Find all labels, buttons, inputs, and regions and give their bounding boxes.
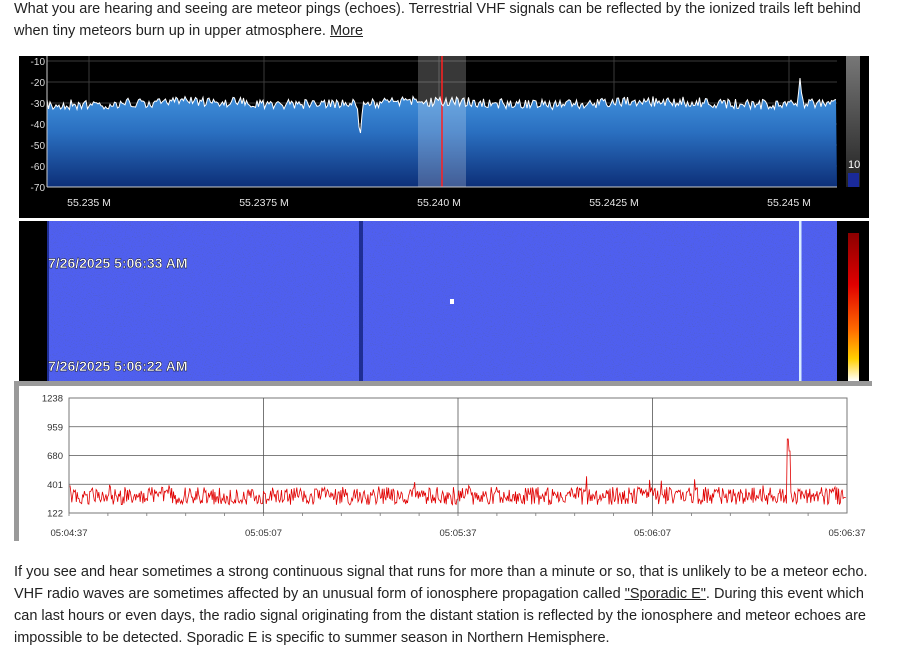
waterfall-plot: 7/26/2025 5:06:33 AM 7/26/2025 5:06:22 A… [47,221,859,381]
waterfall-panel[interactable]: 7/26/2025 5:06:33 AM 7/26/2025 5:06:22 A… [19,221,869,381]
spectrum-y-tick: -20 [31,78,46,89]
timeplot-y-tick: 401 [47,480,63,491]
spectrum-y-tick: -30 [31,99,46,110]
more-link[interactable]: More [330,23,363,39]
spectrum-y-tick: -40 [31,120,46,131]
spectrum-y-tick: -50 [31,141,46,152]
intro-text: What you are hearing and seeing are mete… [14,1,861,39]
spectrum-x-tick: 55.245 M [767,197,811,209]
spectrum-y-tick: -70 [31,183,46,194]
timeplot-x-tick: 05:05:07 [245,528,282,539]
spectrum-x-tick: 55.2375 M [239,197,289,209]
waterfall-carrier-line [799,221,802,381]
spectrum-y-tick: -10 [31,57,46,68]
waterfall-timestamp-bottom: 7/26/2025 5:06:22 AM [48,358,188,374]
timeplot-y-tick: 1238 [42,394,63,405]
spectrum-plot: -10 -20 -30 -40 -50 -60 -70 55.235 M 55.2375 M 5… [31,56,860,209]
waterfall-color-palette [848,233,859,381]
timeplot-y-tick: 959 [47,422,63,433]
signal-time-chart: 1238 959 680 401 122 05:04:37 05:05:07 05:05:3… [14,381,872,541]
sporadic-e-link[interactable]: "Sporadic E" [625,586,706,602]
outro-paragraph: If you see and hear sometimes a strong c… [14,561,884,649]
spectrum-x-tick: 55.2425 M [589,197,639,209]
waterfall-noise [47,221,837,381]
timeplot-x-tick: 05:06:37 [829,528,866,539]
gain-label: 10 [848,159,860,171]
timeplot-x-tick: 05:04:37 [51,528,88,539]
timeplot-y-tick: 680 [47,451,63,462]
waterfall-left-edge [47,221,49,381]
timeplot-top-border [14,381,872,386]
timeplot-y-tick: 122 [47,509,63,520]
signal-time-plot: 1238 959 680 401 122 05:04:37 05:05:07 05:05:3… [14,381,872,541]
intro-paragraph: What you are hearing and seeing are mete… [14,0,874,42]
timeplot-left-border [14,386,19,541]
waterfall-timestamp-top: 7/26/2025 5:06:33 AM [48,255,188,271]
waterfall-dark-column [359,221,363,381]
meteor-ping-dot [450,299,454,304]
timeplot-x-tick: 05:05:37 [440,528,477,539]
gain-slider-fill [848,173,859,187]
spectrum-y-tick: -60 [31,162,46,173]
spectrum-x-tick: 55.235 M [67,197,111,209]
spectrum-x-tick: 55.240 M [417,197,461,209]
timeplot-x-tick: 05:06:07 [634,528,671,539]
spectrum-panel[interactable]: -10 -20 -30 -40 -50 -60 -70 55.235 M 55.2375 M 5… [19,56,869,218]
